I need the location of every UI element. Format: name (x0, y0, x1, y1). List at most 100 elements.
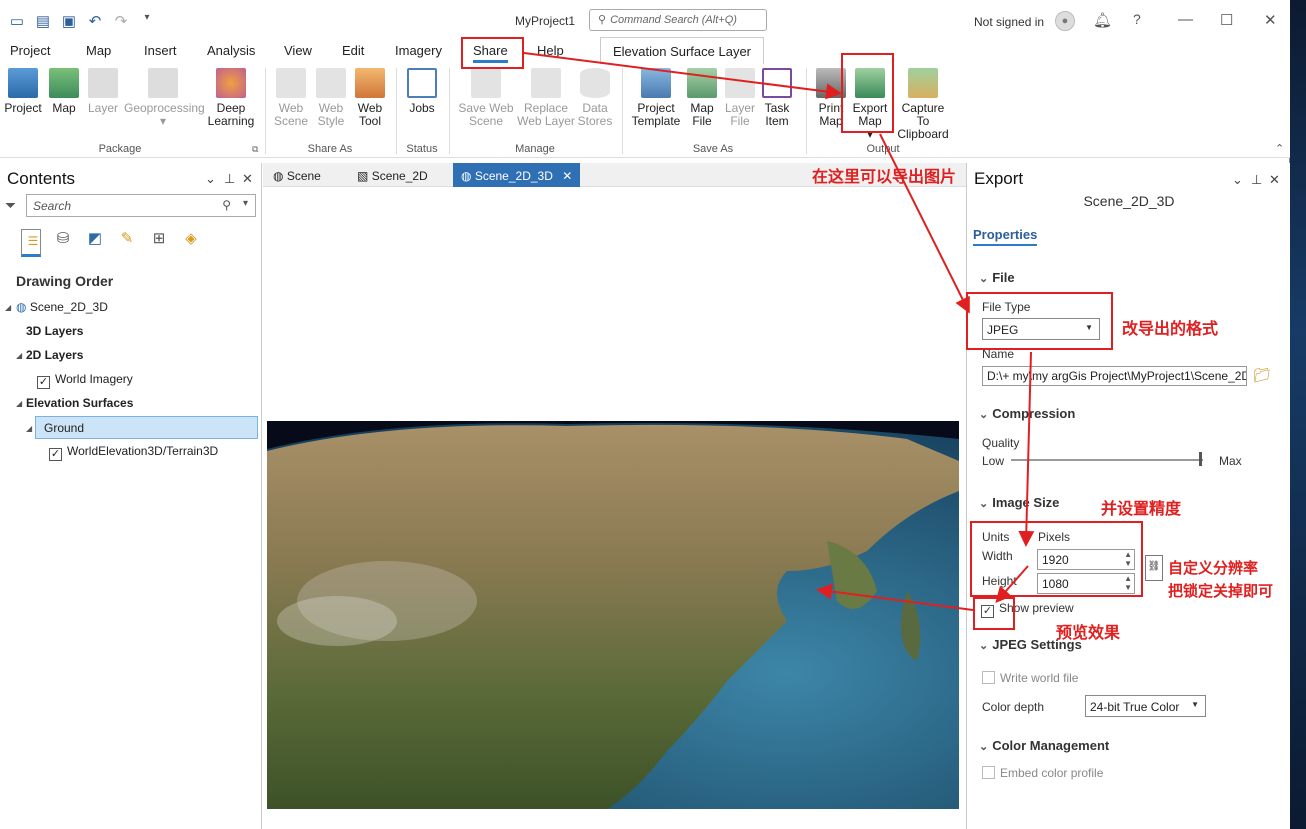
customize-icon[interactable]: ▾ (138, 12, 156, 30)
help-icon[interactable]: ? (1133, 11, 1141, 27)
pin-icon[interactable]: ⊥ (224, 171, 235, 187)
section-compression[interactable]: Compression (979, 406, 1075, 421)
redo-icon[interactable]: ↷ (112, 12, 130, 30)
save-icon[interactable]: ▣ (60, 12, 78, 30)
task-item-button[interactable]: Task Item (760, 68, 794, 128)
web-tool-icon (355, 68, 385, 98)
editing-icon[interactable]: ✎ (117, 229, 137, 249)
close-pane-icon[interactable]: ✕ (242, 171, 253, 187)
tree-scene-label: Scene_2D_3D (29, 300, 108, 314)
contents-search-input[interactable]: Search ⚲ ▾ (26, 194, 256, 217)
package-project-button[interactable]: Project (4, 68, 42, 115)
scene-view[interactable] (263, 188, 966, 829)
expand-triangle-icon[interactable]: ◢ (16, 399, 22, 408)
tab-elevation-surface-layer[interactable]: Elevation Surface Layer (600, 37, 764, 65)
project-template-button[interactable]: Project Template (630, 68, 682, 128)
map-file-icon (687, 68, 717, 98)
tree-elevation-surfaces[interactable]: Elevation Surfaces (26, 396, 133, 410)
search-options-chevron-icon[interactable]: ▾ (243, 198, 248, 209)
section-file[interactable]: File (979, 270, 1014, 285)
layer-package-icon (88, 68, 118, 98)
quality-slider-track[interactable] (1011, 459, 1203, 461)
web-style-button[interactable]: Web Style (313, 68, 349, 128)
tree-scene[interactable]: ◍ Scene_2D_3D (16, 300, 108, 314)
tab-scene-2d-3d[interactable]: ◍ Scene_2D_3D ✕ (453, 163, 581, 187)
deep-learning-button[interactable]: Deep Learning (206, 68, 256, 128)
package-layer-button[interactable]: Layer (86, 68, 120, 115)
labeling-icon[interactable]: ◈ (181, 229, 201, 249)
command-search-input[interactable]: ⚲ Command Search (Alt+Q) (589, 9, 767, 31)
write-world-file-checkbox[interactable]: Write world file (982, 671, 1078, 685)
quality-max-label: Max (1219, 454, 1242, 468)
maximize-icon[interactable]: ☐ (1220, 11, 1233, 29)
tab-view[interactable]: View (284, 43, 312, 58)
embed-color-profile-check[interactable] (982, 766, 995, 779)
selection-icon[interactable]: ◩ (85, 229, 105, 249)
color-depth-select[interactable]: 24-bit True Color ▼ (1085, 695, 1206, 717)
chevron-down-icon: ▼ (1191, 700, 1199, 709)
data-source-icon[interactable]: ⛁ (53, 229, 73, 249)
jobs-button[interactable]: Jobs (404, 68, 440, 115)
collapse-ribbon-icon[interactable]: ⌃ (1275, 142, 1284, 155)
tree-ground-selected[interactable]: Ground (35, 416, 258, 439)
export-name-input[interactable]: D:\+ my\my argGis Project\MyProject1\Sce… (982, 366, 1247, 386)
tab-scene-2d[interactable]: ▧ Scene_2D (349, 163, 436, 187)
tab-properties[interactable]: Properties (973, 227, 1038, 246)
write-world-file-check[interactable] (982, 671, 995, 684)
package-geoprocessing-button[interactable]: Geoprocessing ▾ (124, 68, 205, 128)
expand-triangle-icon[interactable]: ◢ (16, 351, 22, 360)
tab-insert[interactable]: Insert (144, 43, 177, 58)
tab-edit[interactable]: Edit (342, 43, 364, 58)
tab-scene[interactable]: ◍ Scene (265, 163, 329, 187)
contents-pane: Contents ⌄ ⊥ ✕ ⏷ Search ⚲ ▾ ☰ ⛁ ◩ ✎ ⊞ ◈ Dr… (0, 163, 262, 829)
close-window-icon[interactable]: ✕ (1264, 11, 1277, 29)
capture-to-clipboard-button[interactable]: Capture To Clipboard (894, 68, 952, 141)
sign-in-status[interactable]: Not signed in (974, 15, 1044, 29)
embed-color-profile-checkbox[interactable]: Embed color profile (982, 766, 1103, 780)
data-stores-button[interactable]: Data Stores (576, 68, 614, 128)
checkbox-terrain[interactable]: ✓ (49, 448, 62, 461)
close-tab-icon[interactable]: ✕ (562, 169, 572, 183)
tree-world-imagery[interactable]: ✓ World Imagery (37, 372, 133, 389)
package-map-button[interactable]: Map (48, 68, 80, 115)
checkbox-world-imagery[interactable]: ✓ (37, 376, 50, 389)
save-web-scene-button[interactable]: Save Web Scene (456, 68, 516, 128)
quality-slider-thumb[interactable] (1199, 452, 1202, 466)
tree-3d-layers[interactable]: 3D Layers (26, 324, 83, 338)
tree-2d-layers[interactable]: 2D Layers (26, 348, 83, 362)
web-tool-button[interactable]: Web Tool (352, 68, 388, 128)
pane-menu-icon[interactable]: ⌄ (205, 171, 216, 187)
pin-icon[interactable]: ⊥ (1251, 172, 1262, 188)
drawing-order-icon[interactable]: ☰ (21, 229, 41, 257)
tab-project[interactable]: Project (10, 43, 50, 58)
expand-triangle-icon[interactable]: ◢ (5, 303, 11, 312)
web-scene-button[interactable]: Web Scene (273, 68, 309, 128)
open-icon[interactable]: ▤ (34, 12, 52, 30)
snapping-icon[interactable]: ⊞ (149, 229, 169, 249)
globe-icon: ◍ (16, 300, 27, 314)
browse-folder-icon[interactable]: 📁︎ (1253, 367, 1271, 384)
undo-icon[interactable]: ↶ (86, 12, 104, 30)
dialog-launcher-icon[interactable]: ⧉ (252, 144, 258, 155)
tab-help[interactable]: Help (537, 43, 564, 58)
section-image-size[interactable]: Image Size (979, 495, 1059, 510)
jobs-label: Jobs (409, 101, 435, 115)
section-color-management[interactable]: Color Management (979, 738, 1109, 753)
layer-file-button[interactable]: Layer File (722, 68, 758, 128)
map-file-button[interactable]: Map File (686, 68, 718, 128)
minimize-icon[interactable]: — (1178, 11, 1193, 28)
notifications-bell-icon[interactable]: 🔔︎ (1093, 11, 1112, 29)
tree-terrain[interactable]: ✓ WorldElevation3D/Terrain3D (49, 444, 218, 461)
tab-imagery[interactable]: Imagery (395, 43, 442, 58)
replace-web-layer-button[interactable]: Replace Web Layer (516, 68, 576, 128)
globe-imagery[interactable] (267, 421, 959, 809)
user-avatar-icon[interactable]: ● (1055, 11, 1075, 31)
close-pane-icon[interactable]: ✕ (1269, 172, 1280, 188)
tab-analysis[interactable]: Analysis (207, 43, 255, 58)
filter-icon[interactable]: ⏷ (5, 197, 16, 214)
tab-map[interactable]: Map (86, 43, 111, 58)
pane-menu-icon[interactable]: ⌄ (1232, 172, 1243, 188)
new-icon[interactable]: ▭ (8, 12, 26, 30)
aspect-lock-toggle-icon[interactable]: ⛓ (1145, 555, 1163, 581)
expand-triangle-icon[interactable]: ◢ (26, 424, 32, 433)
